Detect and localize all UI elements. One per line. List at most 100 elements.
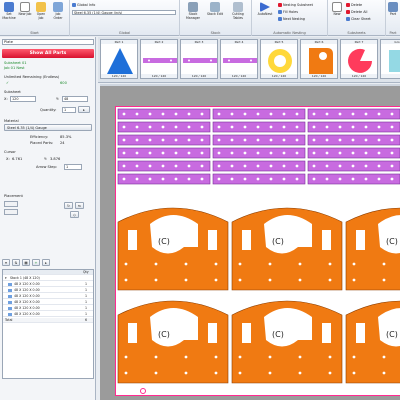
bar-hole[interactable]: [351, 177, 355, 181]
new-subsheet-button[interactable]: New: [330, 2, 344, 17]
bar-hole[interactable]: [187, 112, 191, 116]
show-all-parts-button[interactable]: Show All Parts: [2, 49, 94, 58]
bar-hole[interactable]: [390, 112, 394, 116]
bar-hole[interactable]: [230, 138, 234, 142]
bar-hole[interactable]: [243, 177, 247, 181]
bar-hole[interactable]: [282, 164, 286, 168]
bar-hole[interactable]: [148, 177, 152, 181]
nesting-subsheet-button[interactable]: Nesting Subsheet: [278, 3, 313, 7]
table-group-row[interactable]: ▾ Stock 1 (48 X 120): [3, 276, 93, 281]
open-job-button[interactable]: Open Job: [34, 2, 48, 20]
bar-hole[interactable]: [161, 177, 165, 181]
bar-hole[interactable]: [312, 151, 316, 155]
bar-hole[interactable]: [256, 151, 260, 155]
bar-hole[interactable]: [148, 151, 152, 155]
bar-hole[interactable]: [390, 125, 394, 129]
bar-hole[interactable]: [295, 177, 299, 181]
bar-hole[interactable]: [230, 164, 234, 168]
bar-hole[interactable]: [243, 112, 247, 116]
options-icon[interactable]: ▸: [42, 259, 50, 266]
table-row[interactable]: 48 X 120 X 0.00 1: [3, 312, 93, 317]
bar-hole[interactable]: [377, 138, 381, 142]
bar-hole[interactable]: [364, 112, 368, 116]
bar-hole[interactable]: [325, 112, 329, 116]
plate-selector[interactable]: Plate: [2, 39, 94, 45]
bar-hole[interactable]: [338, 112, 342, 116]
bar-hole[interactable]: [390, 151, 394, 155]
bar-hole[interactable]: [325, 151, 329, 155]
bar-hole[interactable]: [269, 125, 273, 129]
nested-plate-part[interactable]: (C): [231, 207, 343, 291]
add-icon[interactable]: +: [32, 259, 40, 266]
bar-hole[interactable]: [377, 125, 381, 129]
bar-hole[interactable]: [122, 151, 126, 155]
bar-hole[interactable]: [295, 151, 299, 155]
bar-hole[interactable]: [148, 125, 152, 129]
bar-hole[interactable]: [364, 151, 368, 155]
bar-hole[interactable]: [200, 177, 204, 181]
rotate-button[interactable]: ↻: [64, 202, 73, 209]
part-thumbnail[interactable]: Part 7 120 / 120: [340, 39, 378, 79]
set-machine-button[interactable]: Set Machine: [2, 2, 16, 20]
global-info-button[interactable]: Global Info: [72, 3, 95, 7]
bar-hole[interactable]: [174, 151, 178, 155]
bar-hole[interactable]: [312, 177, 316, 181]
table-row[interactable]: 48 X 120 X 0.00 1: [3, 288, 93, 293]
bar-hole[interactable]: [148, 112, 152, 116]
part-thumbnail[interactable]: Part 3 120 / 120: [180, 39, 218, 79]
x-field[interactable]: 120: [10, 96, 36, 102]
bar-hole[interactable]: [377, 164, 381, 168]
bar-hole[interactable]: [364, 177, 368, 181]
bar-hole[interactable]: [161, 164, 165, 168]
bar-hole[interactable]: [312, 125, 316, 129]
bar-hole[interactable]: [295, 164, 299, 168]
bar-hole[interactable]: [230, 151, 234, 155]
bar-hole[interactable]: [135, 177, 139, 181]
part-thumbnail[interactable]: Part 6 120 / 120: [300, 39, 338, 79]
bar-hole[interactable]: [122, 112, 126, 116]
expand-icon[interactable]: ▾: [5, 276, 7, 281]
bar-hole[interactable]: [161, 125, 165, 129]
bar-hole[interactable]: [122, 138, 126, 142]
cutting-tables-button[interactable]: Cutting Tables: [227, 2, 249, 20]
bar-hole[interactable]: [230, 112, 234, 116]
part-thumbnail[interactable]: Part 4 120 / 120: [220, 39, 258, 79]
bar-hole[interactable]: [122, 164, 126, 168]
bar-hole[interactable]: [148, 138, 152, 142]
nested-plate-part[interactable]: (C): [117, 207, 229, 291]
bar-hole[interactable]: [174, 112, 178, 116]
bar-hole[interactable]: [312, 138, 316, 142]
bar-hole[interactable]: [351, 138, 355, 142]
placement-option-button[interactable]: ◇: [70, 211, 79, 218]
nested-plate-part[interactable]: (C): [345, 207, 400, 291]
bar-hole[interactable]: [282, 138, 286, 142]
bar-hole[interactable]: [325, 138, 329, 142]
filter-icon[interactable]: ▾: [2, 259, 10, 266]
bar-hole[interactable]: [377, 112, 381, 116]
bar-hole[interactable]: [269, 138, 273, 142]
y-field[interactable]: 48: [62, 96, 88, 102]
nested-plate-part[interactable]: (C): [231, 300, 343, 384]
bar-hole[interactable]: [338, 164, 342, 168]
material-button[interactable]: Steel 6.35 (1/4) Gauge: [4, 124, 92, 131]
quantity-field[interactable]: 1: [62, 107, 76, 113]
bar-hole[interactable]: [122, 177, 126, 181]
bar-hole[interactable]: [243, 164, 247, 168]
bar-hole[interactable]: [200, 138, 204, 142]
bar-hole[interactable]: [390, 177, 394, 181]
table-row[interactable]: 48 X 120 X 0.00 1: [3, 282, 93, 287]
autonest-button[interactable]: AutoNest: [255, 2, 275, 17]
nested-plate-part[interactable]: (C): [345, 300, 400, 384]
material-select[interactable]: Steel 6.35 (1/4) Gauge (in/s): [72, 10, 176, 15]
bar-hole[interactable]: [256, 112, 260, 116]
delete-all-button[interactable]: Delete All: [346, 10, 367, 14]
stock-manager-button[interactable]: Stock Manager: [183, 2, 203, 20]
bar-hole[interactable]: [217, 164, 221, 168]
bar-hole[interactable]: [364, 164, 368, 168]
bar-hole[interactable]: [390, 164, 394, 168]
table-row[interactable]: 48 X 120 X 0.00 1: [3, 300, 93, 305]
delete-button[interactable]: Delete: [346, 3, 362, 7]
bar-hole[interactable]: [174, 125, 178, 129]
part-button[interactable]: Part: [387, 2, 399, 17]
bar-hole[interactable]: [217, 125, 221, 129]
